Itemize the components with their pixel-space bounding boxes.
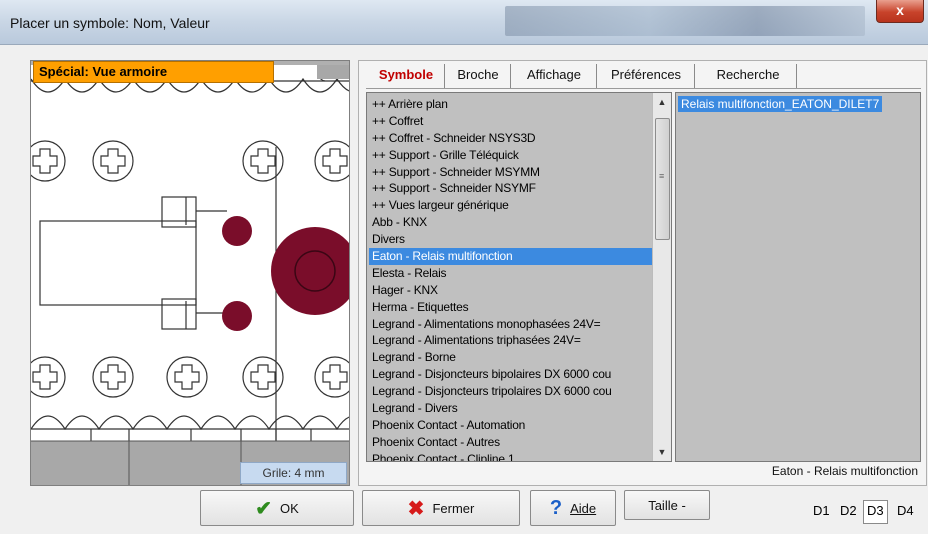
list-item[interactable]: Legrand - Borne	[369, 349, 652, 366]
list-item[interactable]: Legrand - Alimentations monophasées 24V=	[369, 316, 652, 333]
list-item[interactable]: ++ Vues largeur générique	[369, 197, 652, 214]
list-item[interactable]: Elesta - Relais	[369, 265, 652, 282]
tab-broche[interactable]: Broche	[446, 64, 511, 88]
display-d3-button[interactable]: D3	[863, 500, 888, 524]
list-item[interactable]: Legrand - Divers	[369, 400, 652, 417]
ok-button[interactable]: ✔ OK	[200, 490, 354, 526]
tab-preferences[interactable]: Préférences	[598, 64, 695, 88]
fermer-button-label: Fermer	[432, 500, 475, 516]
check-icon: ✔	[255, 497, 272, 520]
list-item[interactable]: ++ Support - Grille Téléquick	[369, 147, 652, 164]
list-item[interactable]: Divers	[369, 231, 652, 248]
category-list-scrollbar[interactable]: ▲ ≡ ▼	[652, 93, 671, 461]
taille-button-label: Taille -	[648, 497, 686, 513]
fermer-button[interactable]: ✖ Fermer	[362, 490, 520, 526]
display-d4-button[interactable]: D4	[894, 500, 917, 522]
list-item[interactable]: Phoenix Contact - Clipline 1	[369, 451, 652, 461]
status-text: Eaton - Relais multifonction	[771, 464, 918, 478]
list-item[interactable]: Phoenix Contact - Automation	[369, 417, 652, 434]
list-item[interactable]: ++ Coffret - Schneider NSYS3D	[369, 130, 652, 147]
scroll-up-arrow-icon[interactable]: ▲	[653, 93, 671, 111]
taille-button[interactable]: Taille -	[624, 490, 710, 520]
window-title: Placer un symbole: Nom, Valeur	[10, 15, 210, 31]
scroll-thumb[interactable]: ≡	[655, 118, 670, 240]
category-list[interactable]: ++ Arrière plan ++ Coffret ++ Coffret - …	[366, 92, 672, 462]
x-icon: ✖	[407, 497, 425, 520]
list-item[interactable]: Legrand - Alimentations triphasées 24V=	[369, 332, 652, 349]
question-icon: ?	[549, 496, 563, 519]
list-item[interactable]: Abb - KNX	[369, 214, 652, 231]
list-item[interactable]: ++ Coffret	[369, 113, 652, 130]
display-d2-button[interactable]: D2	[837, 500, 860, 522]
list-item[interactable]: ++ Support - Schneider MSYMM	[369, 164, 652, 181]
scroll-down-arrow-icon[interactable]: ▼	[653, 443, 671, 461]
list-item[interactable]: Phoenix Contact - Autres	[369, 434, 652, 451]
list-item[interactable]: ++ Arrière plan	[369, 96, 652, 113]
symbol-preview-canvas[interactable]	[30, 60, 350, 486]
aide-button[interactable]: ? Aide	[530, 490, 616, 526]
title-bar-background	[505, 6, 865, 36]
tab-affichage[interactable]: Affichage	[512, 64, 597, 88]
list-item-selected[interactable]: Eaton - Relais multifonction	[369, 248, 652, 265]
title-bar: Placer un symbole: Nom, Valeur x	[0, 0, 928, 45]
list-item[interactable]: ++ Support - Schneider NSYMF	[369, 180, 652, 197]
tab-recherche[interactable]: Recherche	[700, 64, 797, 88]
list-item[interactable]: Legrand - Disjoncteurs bipolaires DX 600…	[369, 366, 652, 383]
preview-mode-label: Spécial: Vue armoire	[33, 61, 274, 83]
grid-size-label[interactable]: Grile: 4 mm	[240, 462, 347, 484]
list-item[interactable]: Hager - KNX	[369, 282, 652, 299]
close-button[interactable]: x	[876, 0, 924, 23]
list-item[interactable]: Legrand - Disjoncteurs tripolaires DX 60…	[369, 383, 652, 400]
preview-drawing	[31, 61, 349, 485]
display-d1-button[interactable]: D1	[810, 500, 833, 522]
ok-button-label: OK	[279, 500, 299, 516]
aide-button-label: Aide	[570, 500, 597, 516]
tab-symbole[interactable]: Symbole	[368, 64, 445, 88]
list-item[interactable]: Herma - Etiquettes	[369, 299, 652, 316]
symbol-list-item-selected[interactable]: Relais multifonction_EATON_DILET7	[678, 96, 883, 112]
tab-strip-line	[366, 88, 921, 89]
symbol-list[interactable]: Relais multifonction_EATON_DILET7	[675, 92, 921, 462]
